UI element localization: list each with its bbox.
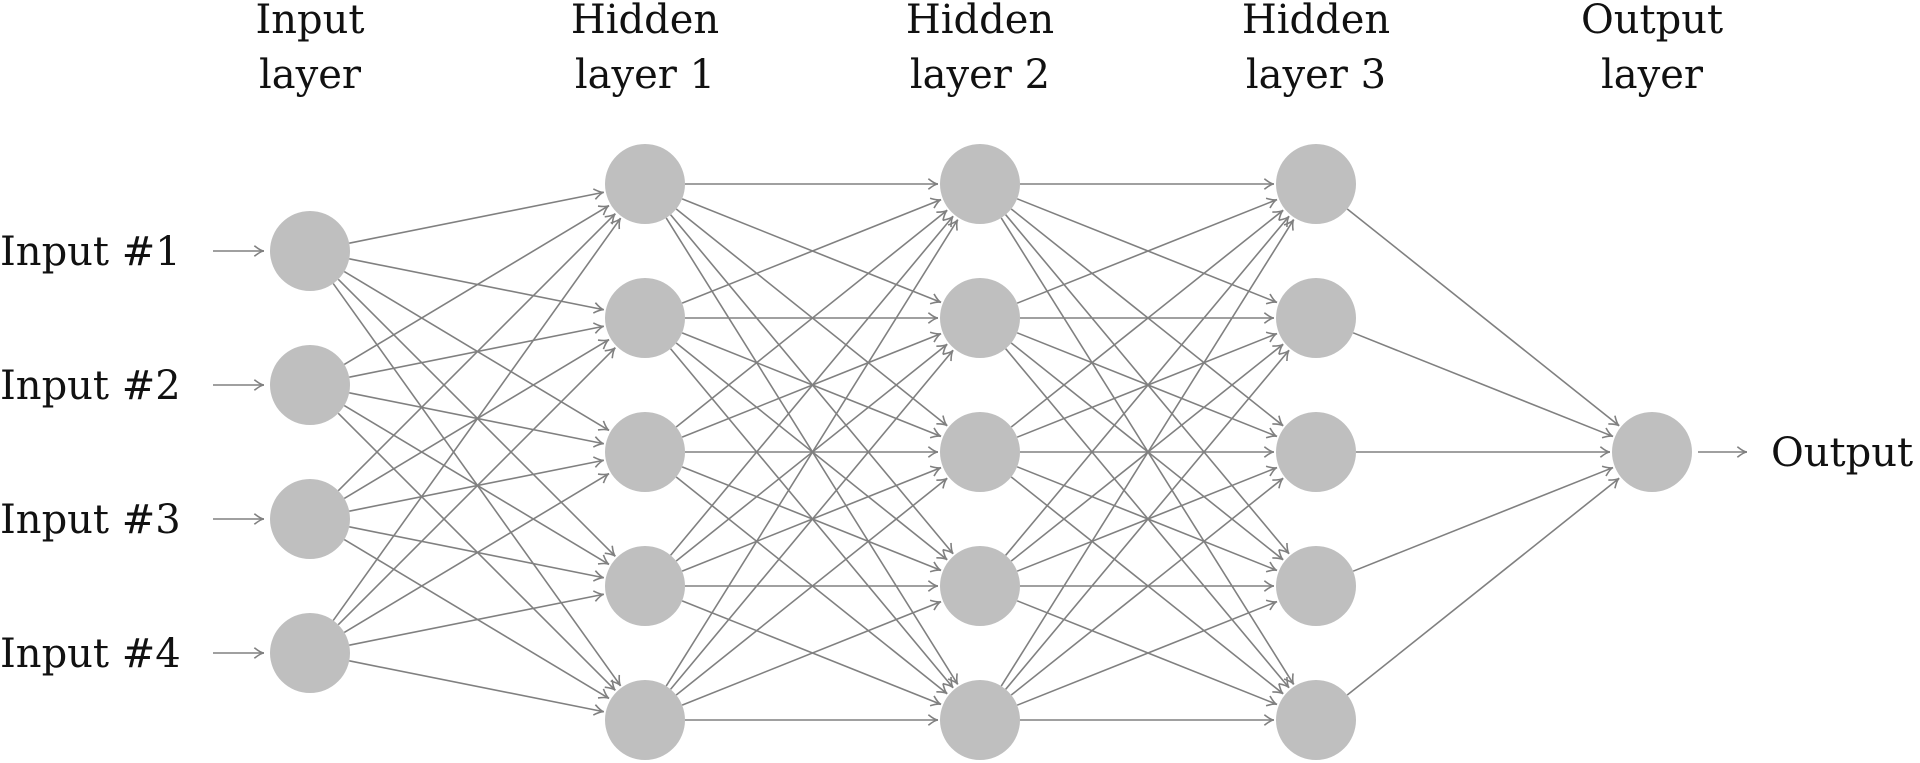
edge-l0n3-l1n0 bbox=[332, 217, 622, 621]
layer-title-2-line1: Hidden bbox=[906, 0, 1054, 43]
node-layer0-3 bbox=[270, 479, 350, 559]
neural-network-diagram: Input #1 Input #2 Input #3 Input #4 Output In… bbox=[0, 0, 1913, 760]
layer-title-3-line2: layer 3 bbox=[1246, 52, 1386, 98]
layer-title-4-line2: layer bbox=[1601, 52, 1704, 98]
edge-l2n4-l3n1 bbox=[1005, 349, 1290, 690]
edge-l1n4-l2n1 bbox=[669, 349, 954, 690]
node-layer2-3 bbox=[940, 412, 1020, 492]
layer-title-3-line1: Hidden bbox=[1242, 0, 1390, 43]
edge-l0n3-l1n4 bbox=[349, 660, 604, 713]
output-label: Output bbox=[1771, 430, 1913, 476]
layer-title-2-line2: layer 2 bbox=[910, 52, 1050, 98]
edge-l3n1-l4n0 bbox=[1352, 332, 1614, 438]
edge-l2n3-l3n0 bbox=[1005, 215, 1290, 556]
edge-l0n3-l1n2 bbox=[343, 472, 610, 634]
node-layer3-2 bbox=[1276, 278, 1356, 358]
edge-l3n0-l4n0 bbox=[1346, 208, 1620, 427]
layer-title-1-line1: Hidden bbox=[571, 0, 719, 43]
node-layer3-5 bbox=[1276, 680, 1356, 760]
edge-l1n4-l2n0 bbox=[665, 219, 959, 687]
node-layer0-2 bbox=[270, 345, 350, 425]
node-layer3-1 bbox=[1276, 144, 1356, 224]
edge-l3n4-l4n0 bbox=[1346, 477, 1620, 696]
edge-l0n1-l1n0 bbox=[343, 204, 610, 366]
edge-l3n3-l4n0 bbox=[1352, 466, 1614, 572]
layer-title-0-line2: layer bbox=[259, 52, 362, 98]
node-layer3-3 bbox=[1276, 412, 1356, 492]
edge-l2n4-l3n0 bbox=[1000, 219, 1295, 687]
edge-l0n2-l1n0 bbox=[337, 213, 616, 492]
node-layer2-2 bbox=[940, 278, 1020, 358]
node-layer1-4 bbox=[605, 546, 685, 626]
edge-l0n3-l1n3 bbox=[349, 593, 604, 646]
node-layer1-5 bbox=[605, 680, 685, 760]
node-layer1-1 bbox=[605, 144, 685, 224]
edge-l0n3-l1n1 bbox=[337, 347, 616, 626]
input-label-1: Input #1 bbox=[0, 229, 181, 275]
input-label-2: Input #2 bbox=[0, 363, 181, 409]
node-layer2-1 bbox=[940, 144, 1020, 224]
layer-title-4-line1: Output bbox=[1581, 0, 1723, 43]
node-layer1-2 bbox=[605, 278, 685, 358]
node-layer4-1 bbox=[1612, 412, 1692, 492]
node-layer2-5 bbox=[940, 680, 1020, 760]
layer-title-1-line2: layer 1 bbox=[575, 52, 715, 98]
node-layer0-1 bbox=[270, 211, 350, 291]
node-layer3-4 bbox=[1276, 546, 1356, 626]
edge-l0n0-l1n0 bbox=[349, 191, 604, 244]
input-label-3: Input #3 bbox=[0, 497, 181, 543]
node-layer2-4 bbox=[940, 546, 1020, 626]
layer-title-0-line1: Input bbox=[255, 0, 364, 43]
edge-l1n3-l2n0 bbox=[669, 215, 954, 556]
input-label-4: Input #4 bbox=[0, 631, 181, 677]
node-layer0-4 bbox=[270, 613, 350, 693]
node-layer1-3 bbox=[605, 412, 685, 492]
